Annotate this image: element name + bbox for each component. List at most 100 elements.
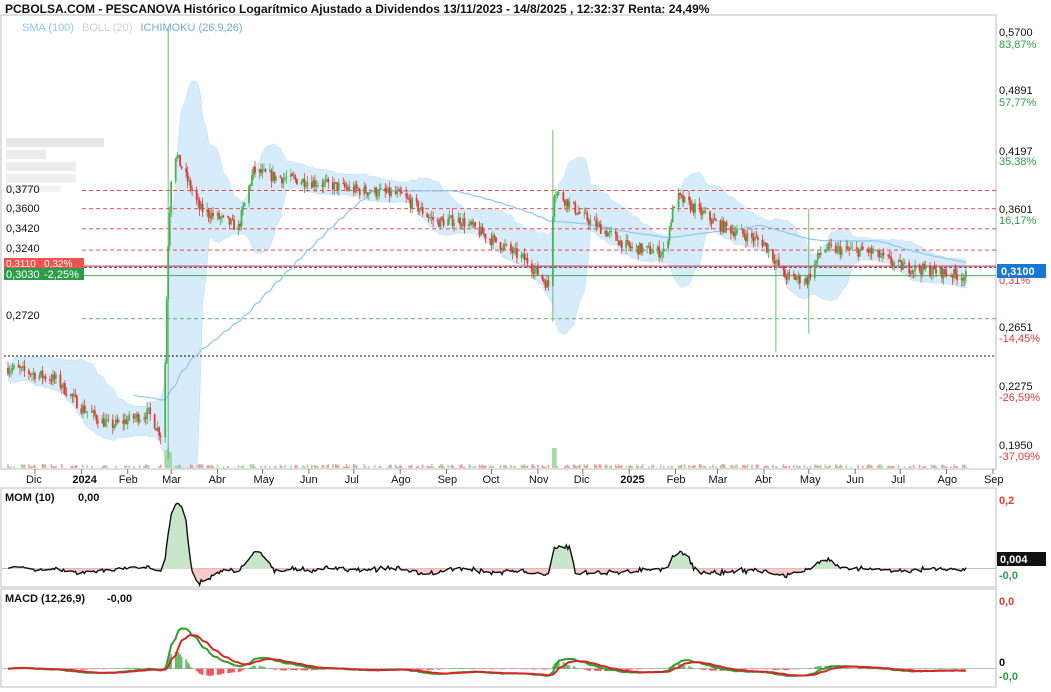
volume-bar [373,465,376,468]
candle-body [830,244,833,246]
volume-bar [903,466,906,468]
volume-bar [637,465,639,468]
candle-body [376,195,379,197]
macd-histogram-bar [462,668,464,669]
macd-histogram-bar [743,668,746,670]
legend-sma[interactable]: SMA (100) [22,22,74,34]
tag-low-pct: -2,25% [44,269,79,281]
volume-bar [367,466,370,468]
candle-body [468,223,470,227]
volume-bar [91,466,93,468]
candle-body [628,241,631,247]
candle-body [661,251,664,255]
candle-body [293,175,295,177]
macd-histogram-bar [939,668,942,669]
macd-series [2,627,996,678]
macd-histogram-bar [577,668,580,670]
month-label: Dic [26,474,42,486]
tick-pct: 35,38% [999,156,1037,168]
volume-bar [891,465,894,468]
macd-histogram-bar [661,668,663,669]
volume-bar [394,464,397,468]
macd-histogram-bar [258,665,261,669]
candle-body [861,246,864,250]
candle-body [815,260,818,264]
macd-histogram-bar [222,668,225,674]
candle-body [179,155,182,167]
macd-histogram-bar [809,667,812,669]
volume-bar [942,464,945,468]
volume-bar [662,465,665,468]
tick-pct: 83,87% [999,39,1037,51]
legend-ichimoku[interactable]: ICHIMOKU (26,9,26) [140,22,242,34]
macd-histogram-bar [851,668,854,670]
macd-histogram-bar [459,668,461,669]
month-label: 2024 [72,474,97,486]
candle-body [572,201,575,203]
volume-bar [411,464,413,468]
candle-body [95,415,98,421]
candle-body [128,414,131,420]
volume-bar [279,464,282,468]
candle-body [965,271,967,278]
candle-body [589,219,592,225]
macd-histogram-bar [492,668,494,670]
volume-bar [698,464,701,468]
macd-histogram-bar [867,668,870,670]
volume-bar [788,465,791,468]
macd-histogram-bar [228,668,231,674]
macd-histogram-bar [270,668,273,670]
macd-histogram-bar [116,668,119,669]
candle-body [930,273,933,277]
volume-bar [158,466,160,468]
volume-bar [879,464,882,468]
candle-body [191,189,194,191]
volume-bar [576,466,578,468]
macd-histogram-bar [300,668,303,671]
macd-histogram-bar [857,668,860,670]
mom-positive-area [8,503,966,569]
volume-bar [177,464,180,468]
macd-histogram-bar [420,668,422,670]
volume-bar [897,464,900,468]
candle-body [788,272,791,274]
candle-body [126,419,129,424]
macd-histogram-bar [426,668,428,670]
month-label: Abr [755,474,772,486]
candle-body [878,250,881,258]
macd-histogram-bar [855,668,858,670]
macd-histogram-bar [105,668,108,670]
volume-bar [614,464,617,468]
volume-bar [302,465,304,468]
candle-body [736,229,738,233]
macd-histogram-bar [745,668,747,670]
macd-histogram-bar [933,668,936,669]
candle-body [914,264,917,272]
candle-body [616,234,619,241]
macd-histogram-bar [251,666,253,669]
volume-bar [757,464,759,468]
volume-bar [721,464,723,468]
macd-histogram-bar [785,668,788,671]
candle-body [8,371,11,374]
volume-bar [555,448,557,468]
volume-bar [526,465,529,468]
volume-bar [176,465,178,468]
volume-bar [629,465,632,468]
candle-body [337,183,340,191]
volume-bar [483,465,485,468]
candle-body [553,195,556,217]
macd-histogram-bar [635,668,638,670]
month-label: Jun [300,474,318,486]
legend-boll[interactable]: BOLL (20) [82,22,132,34]
volume-bar [806,466,809,468]
chart-canvas[interactable]: PCBOLSA.COM - PESCANOVA Histórico Logarí… [0,0,1051,692]
volume-bar [146,465,149,468]
macd-histogram-bar [453,668,455,669]
volume-bar [468,464,470,468]
candle-body [562,192,565,201]
right-axis: 0,5700 83,87% 0,4891 57,77% 0,4197 35,38… [999,27,1040,463]
macd-histogram-bar [447,668,449,670]
volume-bar [963,464,966,468]
volume-bar [201,464,204,468]
